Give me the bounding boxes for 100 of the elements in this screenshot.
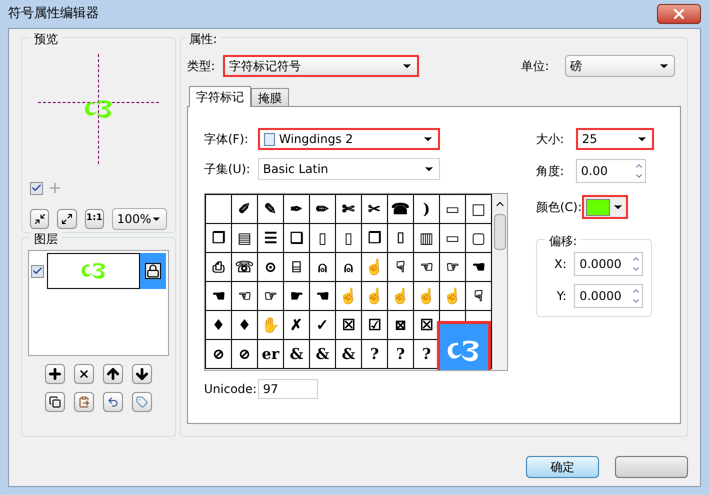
- y-label: Y:: [556, 288, 566, 305]
- glyph-cell[interactable]: ☑: [368, 318, 381, 332]
- checkbox[interactable]: [30, 182, 43, 194]
- add-layer-button[interactable]: [45, 364, 65, 384]
- glyph-cell[interactable]: ♦: [238, 318, 252, 332]
- glyph-cell[interactable]: ⍝: [344, 260, 353, 274]
- lock-icon[interactable]: [145, 263, 161, 279]
- glyph-cell[interactable]: ☰: [264, 230, 277, 246]
- glyph-cell[interactable]: &: [342, 346, 356, 362]
- glyph-cell[interactable]: &: [290, 346, 304, 362]
- font-label: 字体(F):: [204, 131, 250, 148]
- ok-button[interactable]: 确定: [526, 456, 599, 478]
- zoom-dropdown[interactable]: 100%: [112, 208, 167, 230]
- undo-icon: [107, 396, 119, 408]
- subset-dropdown[interactable]: Basic Latin: [258, 158, 440, 180]
- glyph-cell[interactable]: &: [316, 346, 330, 362]
- scroll-thumb[interactable]: [494, 214, 506, 250]
- arrow-down-icon: [134, 366, 150, 382]
- glyph-cell[interactable]: ▯: [318, 230, 327, 246]
- glyph-cell[interactable]: ❒: [368, 230, 381, 246]
- glyph-cell[interactable]: ☜: [420, 260, 433, 274]
- glyph-cell[interactable]: ▯: [344, 230, 353, 246]
- reset-button[interactable]: [103, 392, 123, 412]
- tab[interactable]: 掩膜: [251, 88, 289, 106]
- glyph-cell[interactable]: ▥: [419, 230, 434, 246]
- glyph-cell[interactable]: ☞: [264, 288, 277, 304]
- glyph-cell[interactable]: ✎: [264, 202, 277, 216]
- glyph-cell[interactable]: ☚: [472, 260, 485, 274]
- unicode-label: Unicode:: [204, 381, 258, 398]
- glyph-cell[interactable]: ?: [396, 346, 405, 362]
- glyph-cell[interactable]: ✏: [316, 202, 329, 216]
- glyph-cell[interactable]: ☚: [212, 288, 225, 304]
- glyph-cell[interactable]: ☞: [446, 260, 459, 274]
- glyph-cell[interactable]: er: [262, 346, 280, 362]
- glyph-cell[interactable]: ?: [422, 346, 431, 362]
- glyph-cell[interactable]: ⌷: [396, 230, 405, 246]
- glyph-cell[interactable]: ☜: [238, 288, 251, 304]
- glyph-cell[interactable]: ✂: [368, 202, 381, 216]
- glyph-cell[interactable]: ☛: [290, 288, 303, 304]
- glyph-cell[interactable]: ☒: [420, 318, 433, 332]
- size-dropdown[interactable]: 25: [576, 128, 654, 150]
- glyph-cell[interactable]: ✒: [290, 202, 303, 216]
- glyph-cell[interactable]: ♦: [212, 318, 226, 332]
- zoom-in-button[interactable]: [30, 209, 50, 229]
- glyph-cell[interactable]: ❏: [290, 230, 303, 246]
- glyph-cell[interactable]: ✐: [238, 202, 251, 216]
- dialog-button[interactable]: [615, 456, 688, 478]
- x-offset-field[interactable]: 0.0000: [574, 252, 643, 276]
- glyph-cell[interactable]: ☎: [391, 202, 410, 216]
- glyph-cell[interactable]: ⊠: [394, 318, 407, 332]
- glyph-cell[interactable]: ▭: [445, 202, 460, 216]
- glyph-cell[interactable]: ): [422, 202, 430, 216]
- check-icon: [32, 265, 43, 277]
- delete-icon: [78, 368, 90, 380]
- copy-icon: [49, 396, 61, 408]
- glyph-cell[interactable]: ⍝: [318, 260, 327, 274]
- glyph-cell[interactable]: □: [471, 202, 486, 216]
- glyph-cell[interactable]: ▤: [237, 230, 252, 246]
- move-up-button[interactable]: [103, 364, 123, 384]
- zoom-out-button[interactable]: [57, 209, 77, 229]
- copy-button[interactable]: [45, 392, 65, 412]
- layer-item[interactable]: [47, 253, 166, 289]
- crosshair-icon: [47, 180, 63, 196]
- glyph-cell[interactable]: ☚: [316, 288, 329, 304]
- paste-button[interactable]: [74, 392, 94, 412]
- glyph-cell[interactable]: ☟: [474, 288, 483, 304]
- glyph-cell[interactable]: ☒: [342, 318, 355, 332]
- glyph-cell[interactable]: ⊘: [212, 346, 225, 362]
- glyph-cell[interactable]: ✄: [342, 202, 355, 216]
- glyph-cell[interactable]: ?: [370, 346, 379, 362]
- glyph-cell[interactable]: ⊙: [264, 260, 277, 274]
- angle-field[interactable]: 0.00: [576, 159, 646, 183]
- type-dropdown[interactable]: 字符标记符号: [223, 55, 419, 77]
- glyph-cell[interactable]: ✓: [316, 318, 329, 332]
- tag-button[interactable]: [132, 392, 152, 412]
- y-offset-field[interactable]: 0.0000: [574, 284, 643, 308]
- tab[interactable]: 字符标记: [189, 86, 251, 107]
- scrollbar[interactable]: [492, 194, 507, 370]
- color-picker[interactable]: [582, 195, 628, 219]
- subset-label: 子集(U):: [204, 161, 252, 178]
- move-down-button[interactable]: [132, 364, 152, 384]
- glyph-cell[interactable]: ⎙: [212, 260, 224, 274]
- glyph-cell[interactable]: ☟: [396, 260, 405, 274]
- glyph-cell[interactable]: ☏: [235, 260, 254, 274]
- glyph-cell[interactable]: ⌸: [292, 260, 301, 274]
- font-dropdown[interactable]: Wingdings 2: [258, 128, 440, 150]
- group-title: 预览: [30, 30, 62, 48]
- layer-checkbox[interactable]: [31, 264, 44, 278]
- glyph-cell[interactable]: ✗: [290, 318, 303, 332]
- glyph-cell[interactable]: ▭: [445, 230, 460, 246]
- glyph-cell[interactable]: ⊘: [238, 346, 251, 362]
- actual-size-button[interactable]: 1:1: [84, 209, 104, 229]
- unicode-field[interactable]: 97: [258, 379, 318, 399]
- empty-glyph-cell[interactable]: [206, 195, 232, 224]
- glyph-cell[interactable]: ▢: [471, 230, 486, 246]
- unit-dropdown[interactable]: 磅: [565, 55, 675, 77]
- arrow-up-icon: [105, 366, 121, 382]
- close-button[interactable]: [657, 4, 701, 24]
- delete-layer-button[interactable]: [74, 364, 94, 384]
- glyph-cell[interactable]: ❐: [212, 230, 225, 246]
